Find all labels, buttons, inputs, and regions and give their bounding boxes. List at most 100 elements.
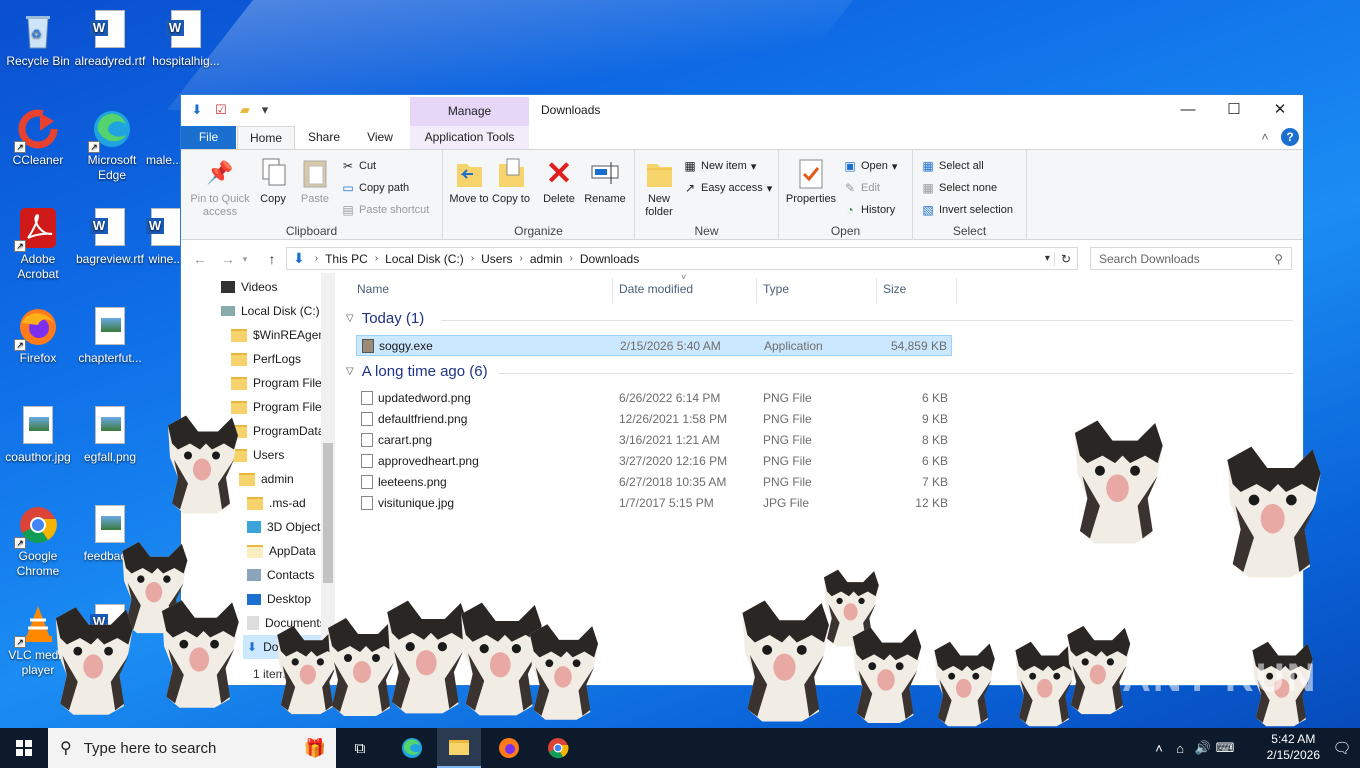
cut-button[interactable]: ✂ Cut: [341, 156, 376, 176]
nav-item-ms-ad[interactable]: .ms-ad: [247, 491, 306, 515]
breadcrumb-downloads[interactable]: Downloads: [577, 252, 642, 266]
nav-item-admin[interactable]: admin: [239, 467, 294, 491]
file-row[interactable]: visitunique.jpg 1/7/2017 5:15 PM JPG File 1…: [356, 493, 952, 514]
desktop-icon-egfall[interactable]: egfall.png: [72, 400, 148, 465]
taskbar-search[interactable]: ⚲ Type here to search 🎁: [48, 728, 336, 768]
select-none-button[interactable]: ▦ Select none: [921, 178, 997, 198]
taskbar-clock[interactable]: 5:42 AM 2/15/2026: [1267, 731, 1320, 763]
nav-item-winreagent[interactable]: $WinREAgent: [231, 323, 328, 347]
desktop-icon-bagreview[interactable]: W bagreview.rtf: [72, 202, 148, 267]
start-button[interactable]: [0, 728, 48, 768]
task-view-button[interactable]: ⧉: [340, 728, 380, 768]
select-all-button[interactable]: ▦ Select all: [921, 156, 983, 176]
taskbar-edge[interactable]: [390, 728, 434, 768]
taskbar-file-explorer[interactable]: [437, 728, 481, 768]
copy-button[interactable]: Copy: [255, 156, 291, 206]
group-header-today[interactable]: ▽ Today (1): [346, 310, 424, 327]
rename-button[interactable]: Rename: [583, 156, 627, 206]
desktop-icon-firefox[interactable]: ↗ Firefox: [0, 301, 76, 366]
paste-button[interactable]: Paste: [295, 156, 335, 206]
delete-button[interactable]: ✕ Delete: [539, 156, 579, 206]
folder-icon[interactable]: ▰: [237, 102, 253, 118]
chevron-up-icon[interactable]: ˄: [1150, 741, 1168, 756]
file-row[interactable]: leeteens.png 6/27/2018 10:35 AM PNG File 7 …: [356, 472, 952, 493]
desktop-icon-chapterfut[interactable]: chapterfut...: [72, 301, 148, 366]
qat-dropdown-icon[interactable]: ▾: [261, 102, 269, 118]
desktop-icon-hospitalhig[interactable]: W hospitalhig...: [148, 4, 224, 69]
desktop-icon-edge[interactable]: ↗ Microsoft Edge: [74, 103, 150, 183]
notifications-button[interactable]: 🗨: [1324, 728, 1360, 768]
invert-selection-button[interactable]: ▧ Invert selection: [921, 200, 1013, 220]
file-row[interactable]: defaultfriend.png 12/26/2021 1:58 PM PNG F…: [356, 409, 952, 430]
nav-item-program-files[interactable]: Program Files: [231, 371, 328, 395]
pin-quick-access-button[interactable]: 📌 Pin to Quick access: [187, 156, 253, 219]
address-dropdown-icon[interactable]: ▾: [1041, 253, 1054, 264]
taskbar-chrome[interactable]: [536, 728, 580, 768]
desktop-icon-chrome[interactable]: ↗ Google Chrome: [0, 499, 76, 579]
back-arrow-icon[interactable]: ←: [189, 248, 211, 270]
volume-icon[interactable]: 🔊: [1192, 740, 1214, 756]
desktop-icon-alreadyred[interactable]: W alreadyred.rtf: [72, 4, 148, 69]
nav-item-local-disk[interactable]: Local Disk (C:): [221, 299, 320, 323]
tab-file[interactable]: File: [181, 126, 236, 149]
copy-to-button[interactable]: Copy to: [491, 156, 531, 206]
nav-scrollbar[interactable]: [321, 273, 335, 669]
move-to-button[interactable]: Move to: [449, 156, 489, 206]
breadcrumb-this-pc[interactable]: This PC: [322, 252, 371, 266]
easy-access-button[interactable]: ↗ Easy access ▾: [683, 178, 772, 198]
tab-home[interactable]: Home: [237, 126, 295, 150]
nav-item-desktop[interactable]: Desktop: [247, 587, 311, 611]
up-arrow-icon[interactable]: ↑: [261, 248, 283, 270]
file-row[interactable]: approvedheart.png 3/27/2020 12:16 PM PNG F…: [356, 451, 952, 472]
forward-arrow-icon[interactable]: →: [217, 248, 239, 270]
breadcrumb-admin[interactable]: admin: [527, 252, 566, 266]
copy-path-button[interactable]: ▭ Copy path: [341, 178, 409, 198]
address-bar[interactable]: ⬇ › This PC › Local Disk (C:) › Users › …: [286, 247, 1078, 270]
new-item-button[interactable]: ▦ New item ▾: [683, 156, 756, 176]
tab-application-tools[interactable]: Application Tools: [410, 126, 529, 149]
taskbar-firefox[interactable]: [487, 728, 531, 768]
desktop-icon-adobe-acrobat[interactable]: ↗ Adobe Acrobat: [0, 202, 76, 282]
nav-scrollbar-thumb[interactable]: [323, 443, 333, 583]
desktop-icon-recycle-bin[interactable]: ♻ Recycle Bin: [0, 4, 76, 69]
desktop-icon-coauthor[interactable]: coauthor.jpg: [0, 400, 76, 465]
tab-share[interactable]: Share: [299, 126, 349, 149]
nav-item-perflogs[interactable]: PerfLogs: [231, 347, 301, 371]
paste-shortcut-button[interactable]: ▤ Paste shortcut: [341, 200, 429, 220]
title-bar[interactable]: ⬇ ☑ ▰ ▾ Manage Downloads — ☐ ✕: [181, 95, 1303, 126]
properties-icon[interactable]: ☑: [213, 102, 229, 118]
properties-button[interactable]: Properties: [783, 156, 839, 206]
history-button[interactable]: ◔ History: [843, 200, 895, 220]
file-row-selected[interactable]: soggy.exe 2/15/2026 5:40 AM Application …: [356, 335, 952, 356]
file-row[interactable]: updatedword.png 6/26/2022 6:14 PM PNG File…: [356, 388, 952, 409]
search-box[interactable]: Search Downloads ⚲: [1090, 247, 1292, 270]
collapse-ribbon-icon[interactable]: ˄: [1257, 126, 1273, 149]
new-folder-button[interactable]: New folder: [639, 156, 679, 219]
refresh-icon[interactable]: ↻: [1053, 251, 1077, 266]
breadcrumb-local-disk[interactable]: Local Disk (C:): [382, 252, 467, 266]
nav-item-appdata[interactable]: AppData: [247, 539, 316, 563]
group-header-long-ago[interactable]: ▽ A long time ago (6): [346, 363, 488, 380]
network-icon[interactable]: ⌂: [1168, 741, 1192, 756]
edit-button[interactable]: ✎ Edit: [843, 178, 880, 198]
maximize-button[interactable]: ☐: [1211, 95, 1257, 125]
column-size[interactable]: Size: [877, 278, 957, 304]
open-button[interactable]: ▣ Open ▾: [843, 156, 897, 176]
file-row[interactable]: carart.png 3/16/2021 1:21 AM PNG File 8 KB: [356, 430, 952, 451]
recent-dropdown-icon[interactable]: ▾: [239, 248, 251, 270]
nav-item-3d-objects[interactable]: 3D Objects: [247, 515, 326, 539]
column-type[interactable]: Type: [757, 278, 877, 304]
keyboard-icon[interactable]: ⌨: [1214, 740, 1236, 756]
minimize-button[interactable]: —: [1165, 95, 1211, 125]
help-icon[interactable]: ?: [1281, 128, 1299, 146]
breadcrumb-users[interactable]: Users: [478, 252, 515, 266]
down-arrow-icon[interactable]: ⬇: [189, 102, 205, 118]
close-button[interactable]: ✕: [1257, 95, 1303, 125]
tab-view[interactable]: View: [353, 126, 407, 149]
nav-item-contacts[interactable]: Contacts: [247, 563, 314, 587]
nav-item-programdata[interactable]: ProgramData: [231, 419, 324, 443]
desktop-icon-ccleaner[interactable]: ↗ CCleaner: [0, 103, 76, 168]
nav-item-videos[interactable]: Videos: [221, 275, 277, 299]
column-name[interactable]: Name: [351, 278, 613, 304]
nav-item-program-files-x86[interactable]: Program Files: [231, 395, 328, 419]
